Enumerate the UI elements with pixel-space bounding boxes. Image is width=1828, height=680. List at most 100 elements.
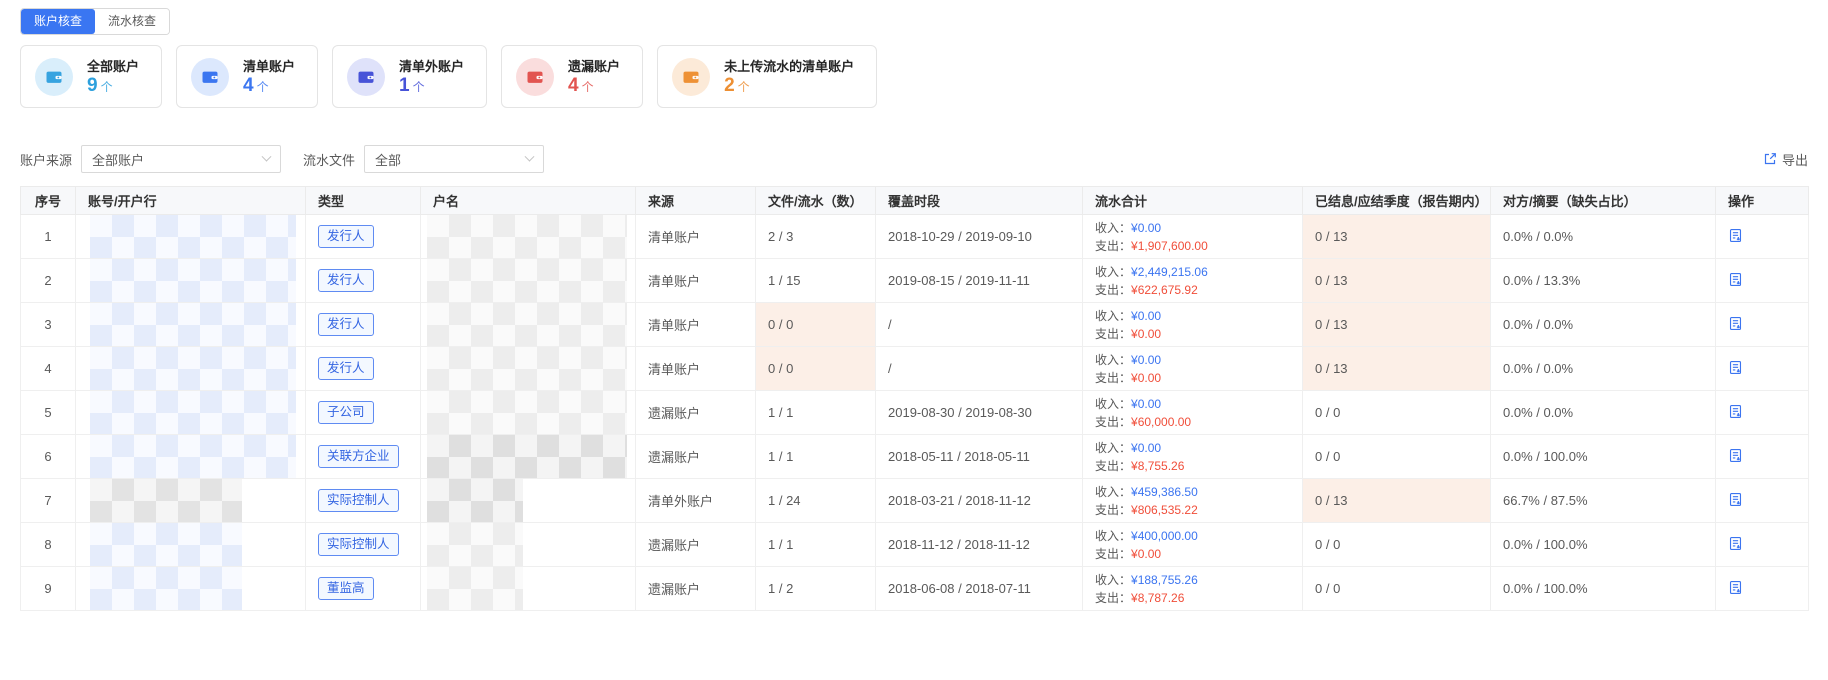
source-cell: 清单账户 [636, 215, 756, 259]
source-cell: 清单账户 [636, 259, 756, 303]
view-tabs: 账户核查 流水核查 [20, 8, 170, 35]
tab-flow-check[interactable]: 流水核查 [95, 9, 169, 34]
row-index: 1 [21, 215, 76, 259]
flow-detail-icon[interactable] [1728, 360, 1743, 375]
files-cell: 1 / 1 [756, 523, 876, 567]
table-row: 5 子公司 遗漏账户 1 / 1 2019-08-30 / 2019-08-30… [21, 391, 1809, 435]
counterparty-ratio-cell: 0.0% / 100.0% [1491, 567, 1716, 611]
accounts-table: 序号 账号/开户行 类型 户名 来源 文件/流水（数） 覆盖时段 流水合计 已结… [20, 186, 1809, 611]
flow-file-select[interactable]: 全部 [364, 145, 544, 173]
flow-detail-icon[interactable] [1728, 228, 1743, 243]
period-cell: 2018-03-21 / 2018-11-12 [876, 479, 1083, 523]
files-cell: 1 / 24 [756, 479, 876, 523]
row-index: 4 [21, 347, 76, 391]
card-title: 全部账户 [87, 56, 139, 75]
expense-value: ¥1,907,600.00 [1131, 239, 1208, 253]
card-title: 遗漏账户 [568, 56, 620, 75]
redacted-holder-name [427, 215, 627, 258]
card-list-accounts[interactable]: 清单账户 4个 [176, 45, 318, 108]
account-bank-cell [76, 347, 306, 391]
chevron-down-icon [525, 151, 535, 161]
redacted-account-number [90, 215, 296, 258]
col-counterparty: 对方/摘要（缺失占比） [1491, 187, 1716, 215]
flow-detail-icon[interactable] [1728, 272, 1743, 287]
row-index: 9 [21, 567, 76, 611]
flow-detail-icon[interactable] [1728, 492, 1743, 507]
card-no-flow-list-accounts[interactable]: 未上传流水的清单账户 2个 [657, 45, 877, 108]
card-missed-accounts[interactable]: 遗漏账户 4个 [501, 45, 643, 108]
redacted-account-number [90, 523, 242, 566]
redacted-account-number [90, 567, 242, 610]
account-source-select[interactable]: 全部账户 [81, 145, 281, 173]
redacted-account-number [90, 347, 296, 390]
operation-cell [1716, 215, 1809, 259]
expense-value: ¥0.00 [1131, 327, 1161, 341]
redacted-holder-name [427, 479, 523, 522]
flow-total-cell: 收入：¥0.00 支出：¥0.00 [1083, 347, 1303, 391]
account-bank-cell [76, 479, 306, 523]
expense-value: ¥8,787.26 [1131, 591, 1184, 605]
export-button[interactable]: 导出 [1763, 150, 1808, 169]
summary-cards: 全部账户 9个 清单账户 4个 清单外账户 1个 [20, 45, 1808, 108]
redacted-holder-name [427, 303, 627, 346]
type-cell: 董监高 [306, 567, 421, 611]
export-icon [1763, 152, 1777, 166]
source-cell: 清单账户 [636, 303, 756, 347]
period-cell: 2018-05-11 / 2018-05-11 [876, 435, 1083, 479]
card-count: 4个 [568, 76, 620, 97]
flow-detail-icon[interactable] [1728, 404, 1743, 419]
tab-account-check[interactable]: 账户核查 [21, 9, 95, 34]
redacted-account-number [90, 435, 296, 478]
table-row: 3 发行人 清单账户 0 / 0 / 收入：¥0.00 支出：¥0.00 0 /… [21, 303, 1809, 347]
type-tag: 发行人 [318, 225, 374, 248]
wallet-icon [672, 58, 710, 96]
files-cell: 0 / 0 [756, 303, 876, 347]
table-body: 1 发行人 清单账户 2 / 3 2018-10-29 / 2019-09-10… [21, 215, 1809, 611]
holder-name-cell [421, 391, 636, 435]
flow-detail-icon[interactable] [1728, 580, 1743, 595]
files-cell: 1 / 1 [756, 391, 876, 435]
account-bank-cell [76, 215, 306, 259]
type-tag: 董监高 [318, 577, 374, 600]
interest-cell: 0 / 0 [1303, 523, 1491, 567]
card-title: 未上传流水的清单账户 [724, 56, 854, 75]
flow-total-cell: 收入：¥0.00 支出：¥1,907,600.00 [1083, 215, 1303, 259]
card-off-list-accounts[interactable]: 清单外账户 1个 [332, 45, 487, 108]
account-bank-cell [76, 523, 306, 567]
col-period: 覆盖时段 [876, 187, 1083, 215]
col-operation: 操作 [1716, 187, 1809, 215]
flow-detail-icon[interactable] [1728, 536, 1743, 551]
files-cell: 0 / 0 [756, 347, 876, 391]
type-cell: 发行人 [306, 259, 421, 303]
table-row: 9 董监高 遗漏账户 1 / 2 2018-06-08 / 2018-07-11… [21, 567, 1809, 611]
income-value: ¥2,449,215.06 [1131, 265, 1208, 279]
counterparty-ratio-cell: 0.0% / 0.0% [1491, 303, 1716, 347]
card-all-accounts[interactable]: 全部账户 9个 [20, 45, 162, 108]
account-source-label: 账户来源 [20, 150, 72, 169]
row-index: 6 [21, 435, 76, 479]
interest-cell: 0 / 13 [1303, 215, 1491, 259]
type-tag: 关联方企业 [318, 445, 399, 468]
flow-total-cell: 收入：¥0.00 支出：¥0.00 [1083, 303, 1303, 347]
col-account-bank: 账号/开户行 [76, 187, 306, 215]
type-tag: 发行人 [318, 269, 374, 292]
income-value: ¥0.00 [1131, 441, 1161, 455]
type-cell: 发行人 [306, 347, 421, 391]
operation-cell [1716, 435, 1809, 479]
flow-detail-icon[interactable] [1728, 448, 1743, 463]
files-cell: 1 / 1 [756, 435, 876, 479]
table-row: 6 关联方企业 遗漏账户 1 / 1 2018-05-11 / 2018-05-… [21, 435, 1809, 479]
operation-cell [1716, 479, 1809, 523]
table-row: 2 发行人 清单账户 1 / 15 2019-08-15 / 2019-11-1… [21, 259, 1809, 303]
flow-total-cell: 收入：¥459,386.50 支出：¥806,535.22 [1083, 479, 1303, 523]
redacted-account-number [90, 391, 296, 434]
flow-total-cell: 收入：¥188,755.26 支出：¥8,787.26 [1083, 567, 1303, 611]
row-index: 5 [21, 391, 76, 435]
card-title: 清单外账户 [399, 56, 464, 75]
files-cell: 1 / 15 [756, 259, 876, 303]
flow-detail-icon[interactable] [1728, 316, 1743, 331]
income-value: ¥188,755.26 [1131, 573, 1198, 587]
income-value: ¥0.00 [1131, 309, 1161, 323]
period-cell: 2018-11-12 / 2018-11-12 [876, 523, 1083, 567]
card-title: 清单账户 [243, 56, 295, 75]
